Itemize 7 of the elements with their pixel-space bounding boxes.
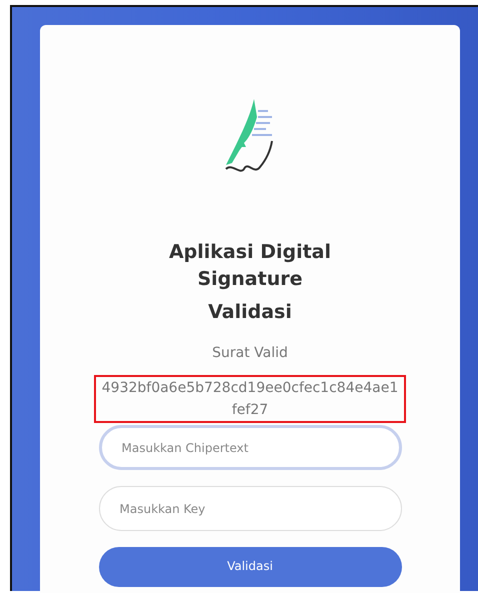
validate-button[interactable]: Validasi (98, 547, 402, 587)
hash-text: 4932bf0a6e5b728cd19ee0cfec1c84e4ae1fef27 (100, 379, 400, 420)
input-field[interactable]: Masukkan Key (98, 486, 402, 531)
app-title: Aplikasi Digital Signature (168, 240, 332, 292)
input-field[interactable]: Masukkan Chipertext (98, 425, 402, 470)
page-subtitle: Validasi (208, 301, 292, 323)
status-text: Surat Valid (212, 345, 288, 361)
